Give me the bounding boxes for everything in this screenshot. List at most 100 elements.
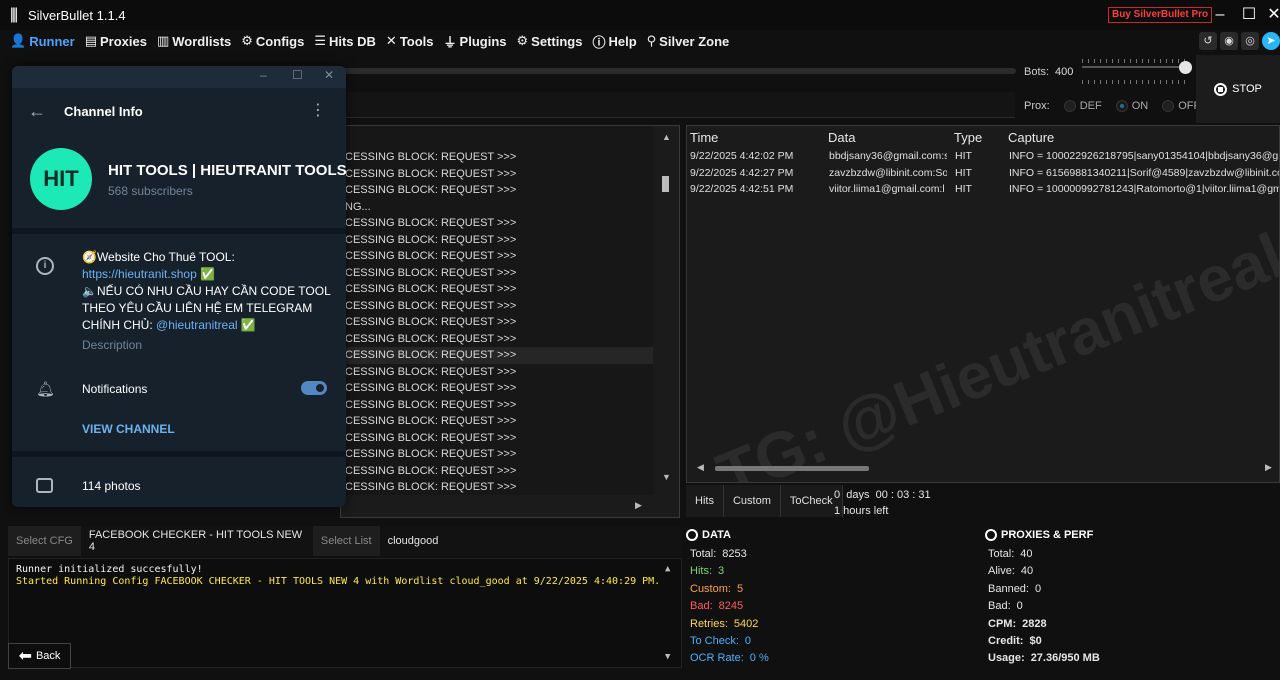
minimize-icon[interactable]: – bbox=[1208, 4, 1232, 26]
scroll-left-icon[interactable]: ◀ bbox=[697, 462, 704, 473]
log-line: CESSING BLOCK: REQUEST >>> bbox=[345, 481, 517, 493]
app-title: SilverBullet 1.1.4 bbox=[28, 7, 126, 23]
stat-total: Total: 8253 bbox=[690, 548, 747, 560]
tab-custom[interactable]: Custom bbox=[723, 485, 781, 517]
menu-help[interactable]: ⓘ Help bbox=[592, 32, 636, 51]
column-data[interactable]: Data bbox=[828, 130, 855, 145]
select-list-button[interactable]: Select List bbox=[312, 526, 380, 556]
cell-capture: INFO = 61569881340211|Sorif@4589|zavzbzd… bbox=[1009, 166, 1280, 179]
menu-silver-zone[interactable]: ⚲ Silver Zone bbox=[647, 33, 730, 49]
data-stats-title: DATA bbox=[686, 529, 731, 541]
hits-table: Time Data Type Capture 9/22/2025 4:42:02… bbox=[686, 125, 1280, 483]
bots-slider-ticks bbox=[1082, 59, 1186, 63]
table-row[interactable]: 9/22/2025 4:42:51 PM viitor.liima1@gmail.… bbox=[687, 183, 1280, 199]
table-row[interactable]: 9/22/2025 4:42:27 PM zavzbzdw@libinit.com… bbox=[687, 166, 1280, 183]
runner-console: Runner initialized succesfully! Started … bbox=[8, 558, 682, 668]
proxy-radio-off[interactable] bbox=[1162, 100, 1175, 112]
channel-avatar: HIT bbox=[30, 148, 92, 210]
view-channel-button[interactable]: VIEW CHANNEL bbox=[82, 422, 175, 436]
title-bar: ||| SilverBullet 1.1.4 Buy SilverBullet … bbox=[0, 0, 1280, 30]
pin-icon: ⚲ bbox=[646, 33, 657, 48]
log-line: CESSING BLOCK: REQUEST >>> bbox=[345, 299, 517, 312]
scroll-up-icon[interactable]: ▲ bbox=[665, 563, 670, 575]
proxy-radio-def[interactable] bbox=[1063, 100, 1076, 112]
menu-wordlists[interactable]: ▥ Wordlists bbox=[157, 33, 231, 49]
website-link[interactable]: https://hieutranit.shop bbox=[82, 267, 197, 281]
log-horizontal-scrollbar[interactable]: ▶ bbox=[341, 495, 679, 517]
select-cfg-button[interactable]: Select CFG bbox=[8, 526, 81, 556]
console-line: Started Running Config FACEBOOK CHECKER … bbox=[16, 576, 661, 587]
cell-capture: INFO = 100000992781243|Ratomorto@1|viito… bbox=[1009, 183, 1280, 195]
photos-count[interactable]: 114 photos bbox=[82, 479, 141, 493]
cell-data: viitor.liima1@gmail.com:l bbox=[829, 183, 945, 195]
close-icon[interactable]: ✕ bbox=[1262, 4, 1280, 26]
log-line: CESSING BLOCK: REQUEST >>> bbox=[345, 250, 517, 262]
menu-tools[interactable]: ✕ Tools bbox=[386, 33, 434, 49]
progress-track bbox=[340, 68, 1016, 74]
cell-time: 9/22/2025 4:42:51 PM bbox=[690, 183, 794, 195]
menu-proxies[interactable]: ▤ Proxies bbox=[85, 33, 147, 49]
scroll-right-icon[interactable]: ▶ bbox=[1265, 462, 1272, 473]
hits-horizontal-scrollbar[interactable]: ◀ ▶ bbox=[687, 460, 1279, 476]
notifications-toggle[interactable] bbox=[301, 381, 327, 395]
scroll-right-icon[interactable]: ▶ bbox=[635, 500, 642, 511]
scroll-up-icon[interactable]: ▲ bbox=[662, 132, 671, 142]
buy-pro-button[interactable]: Buy SilverBullet Pro bbox=[1108, 7, 1213, 23]
hits-scroll-thumb[interactable] bbox=[715, 466, 869, 471]
stop-button[interactable]: STOP bbox=[1196, 55, 1280, 123]
maximize-icon[interactable]: ☐ bbox=[1237, 4, 1261, 26]
log-line: CESSING BLOCK: REQUEST >>> bbox=[345, 365, 517, 378]
discord-icon[interactable]: ◎ bbox=[1241, 32, 1259, 50]
telegram-handle-link[interactable]: @hieutranitreal bbox=[156, 318, 238, 332]
log-scroll-thumb[interactable] bbox=[662, 176, 669, 192]
stat-alive: Alive: 40 bbox=[988, 565, 1034, 578]
subscriber-count: 568 subscribers bbox=[108, 184, 193, 198]
top-right-icons: ↺ ◉ ◎ ➤ bbox=[1199, 32, 1280, 50]
minimize-icon[interactable]: – bbox=[260, 68, 267, 82]
camera-icon[interactable]: ◉ bbox=[1220, 32, 1238, 50]
cell-type: HIT bbox=[955, 150, 972, 162]
proxy-mode-group: Prox: DEF ON OFF bbox=[1024, 100, 1201, 112]
more-options-icon[interactable]: ⋮ bbox=[310, 100, 326, 120]
channel-name: HIT TOOLS | HIEUTRANIT TOOLS bbox=[108, 162, 346, 179]
menu-settings[interactable]: ⚙ Settings bbox=[517, 33, 583, 49]
column-capture[interactable]: Capture bbox=[1008, 130, 1054, 145]
stat-usage: Usage: 27.36/950 MB bbox=[988, 652, 1100, 665]
scroll-down-icon[interactable]: ▼ bbox=[665, 651, 670, 663]
menu-runner[interactable]: 👤 Runner bbox=[10, 33, 75, 49]
scroll-down-icon[interactable]: ▼ bbox=[662, 472, 671, 482]
column-time[interactable]: Time bbox=[690, 130, 718, 145]
log-line: CESSING BLOCK: REQUEST >>> bbox=[345, 448, 517, 460]
menu-configs[interactable]: ⚙ Configs bbox=[241, 33, 304, 49]
log-vertical-scrollbar[interactable]: ▲ ▼ bbox=[653, 126, 679, 517]
proxy-mode-label: Prox: bbox=[1024, 100, 1050, 112]
question-icon: ⓘ bbox=[592, 34, 606, 50]
menu-plugins[interactable]: ⏚ Plugins bbox=[444, 32, 507, 51]
telegram-titlebar: – ☐ ✕ bbox=[12, 66, 346, 88]
time-left: 1 hours left bbox=[834, 505, 889, 517]
log-line: NG... bbox=[345, 200, 371, 213]
bots-slider-knob[interactable] bbox=[1179, 61, 1192, 74]
cell-data: bbdjsany36@gmail.com:s bbox=[829, 150, 947, 162]
bots-slider[interactable] bbox=[1082, 61, 1192, 78]
back-button[interactable]: ⬅ Back bbox=[8, 643, 71, 669]
back-arrow-icon[interactable]: ← bbox=[28, 101, 46, 122]
column-type[interactable]: Type bbox=[954, 130, 982, 145]
log-line: CESSING BLOCK: REQUEST >>> bbox=[345, 266, 517, 279]
log-line: CESSING BLOCK: REQUEST >>> bbox=[345, 217, 517, 229]
cell-capture: INFO = 100022926218795|sany01354104|bbdj… bbox=[1009, 150, 1280, 162]
close-icon[interactable]: ✕ bbox=[324, 68, 334, 82]
log-line: CESSING BLOCK: REQUEST >>> bbox=[345, 415, 517, 427]
proxy-stats-title: PROXIES & PERF bbox=[985, 529, 1093, 541]
divider bbox=[12, 451, 346, 457]
bot-log-panel: CESSING BLOCK: REQUEST >>> CESSING BLOCK:… bbox=[340, 125, 680, 518]
history-icon[interactable]: ↺ bbox=[1199, 32, 1217, 50]
arrow-left-icon: ⬅ bbox=[18, 648, 32, 665]
maximize-icon[interactable]: ☐ bbox=[292, 68, 303, 82]
telegram-icon[interactable]: ➤ bbox=[1262, 32, 1280, 50]
tab-hits[interactable]: Hits bbox=[686, 485, 724, 517]
proxy-radio-on[interactable] bbox=[1115, 100, 1128, 112]
menu-hits-db[interactable]: ☰ Hits DB bbox=[314, 33, 376, 49]
table-row[interactable]: 9/22/2025 4:42:02 PM bbdjsany36@gmail.com… bbox=[687, 150, 1280, 166]
stat-custom: Custom: 5 bbox=[690, 582, 744, 595]
